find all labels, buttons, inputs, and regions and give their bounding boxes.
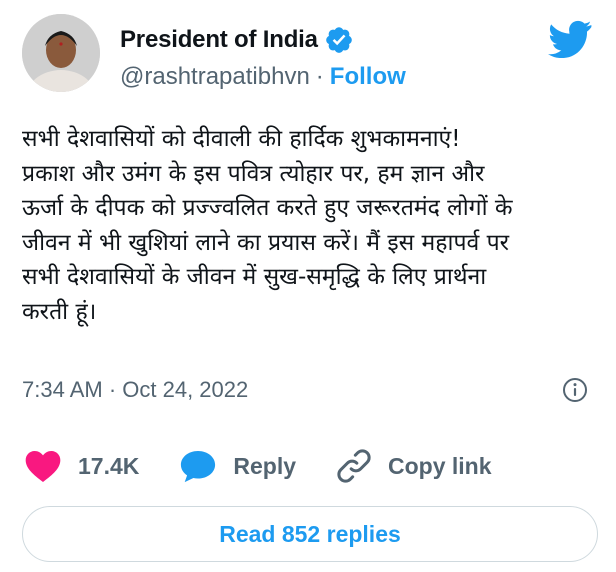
reply-button[interactable]: Reply bbox=[177, 447, 296, 485]
follow-button[interactable]: Follow bbox=[330, 63, 406, 91]
link-icon bbox=[334, 446, 374, 486]
timestamp-row: 7:34 AM · Oct 24, 2022 bbox=[22, 372, 594, 408]
action-bar: 17.4K Reply Copy link bbox=[22, 446, 594, 486]
info-icon[interactable] bbox=[562, 377, 588, 403]
read-replies-button[interactable]: Read 852 replies bbox=[22, 506, 598, 562]
verified-badge-icon bbox=[324, 25, 354, 55]
like-button[interactable]: 17.4K bbox=[22, 446, 139, 486]
separator-dot: · bbox=[315, 63, 324, 90]
reply-label: Reply bbox=[233, 452, 297, 479]
tweet-header: President of India @rashtrapatibhvn · Fo… bbox=[22, 14, 594, 94]
twitter-bird-icon[interactable] bbox=[548, 20, 592, 59]
tweet-card: President of India @rashtrapatibhvn · Fo… bbox=[0, 0, 616, 572]
speech-bubble-icon bbox=[177, 447, 219, 485]
author-display-name[interactable]: President of India bbox=[120, 26, 318, 54]
author-info: President of India @rashtrapatibhvn · Fo… bbox=[120, 24, 406, 94]
tweet-text: सभी देशवासियों को दीवाली की हार्दिक शुभक… bbox=[22, 126, 513, 325]
copy-link-button[interactable]: Copy link bbox=[334, 446, 492, 486]
copy-link-label: Copy link bbox=[388, 452, 492, 479]
tweet-timestamp[interactable]: 7:34 AM · Oct 24, 2022 bbox=[22, 377, 248, 403]
avatar[interactable] bbox=[22, 14, 100, 92]
avatar-image bbox=[22, 14, 100, 92]
like-count: 17.4K bbox=[78, 452, 140, 479]
heart-icon bbox=[22, 446, 64, 486]
author-handle[interactable]: @rashtrapatibhvn bbox=[120, 63, 310, 91]
